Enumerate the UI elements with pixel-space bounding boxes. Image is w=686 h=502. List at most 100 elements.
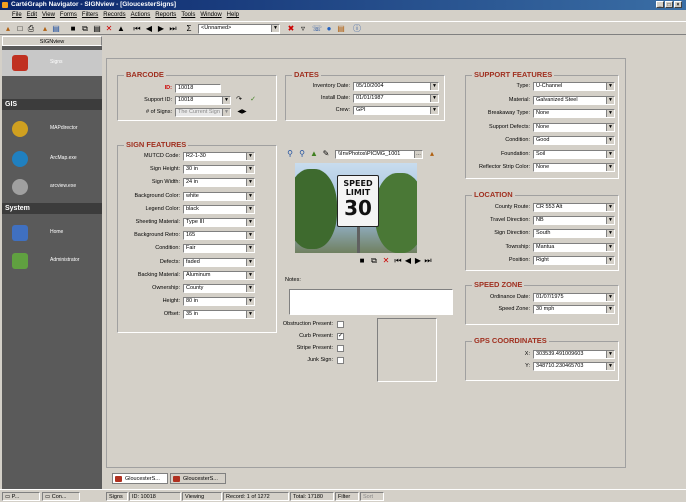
prev-photo-icon[interactable]: ◀: [403, 256, 413, 266]
sidebar-item-arcmap[interactable]: ArcMap.exe: [2, 146, 102, 172]
install-date-select[interactable]: 01/01/1987 ▼: [353, 94, 439, 103]
sidebar-section-system[interactable]: System: [2, 203, 102, 214]
find-icon[interactable]: ▲: [116, 24, 126, 34]
check-icon[interactable]: ✓: [248, 95, 258, 105]
zoom-out-icon[interactable]: ⚲: [297, 149, 307, 159]
backing-material-select[interactable]: Aluminum ▼: [183, 270, 255, 280]
travel-direction-select[interactable]: NB ▼: [533, 216, 615, 226]
signs-select[interactable]: The Current Sign ▼: [175, 108, 231, 117]
menu-forms[interactable]: Forms: [60, 12, 77, 18]
township-select[interactable]: Mantua ▼: [533, 242, 615, 252]
folder-icon[interactable]: ▴: [40, 24, 50, 34]
paste-icon[interactable]: ▤: [92, 24, 102, 34]
copy-icon[interactable]: ⧉: [80, 24, 90, 34]
tab-gloucester-1[interactable]: GloucesterS...: [112, 473, 168, 484]
sidebar-item-mapdirector[interactable]: MAPdirector: [2, 116, 102, 142]
copy-icon[interactable]: ⧉: [369, 256, 379, 266]
stripe-present-checkbox[interactable]: [337, 345, 344, 352]
type-select[interactable]: U-Channel ▼: [533, 82, 615, 91]
sign-height-select[interactable]: 30 in ▼: [183, 165, 255, 175]
menu-records[interactable]: Records: [103, 12, 125, 18]
tab-gloucester-2[interactable]: GloucesterS...: [170, 473, 226, 484]
speed-zone-select[interactable]: 30 mph ▼: [533, 305, 615, 314]
first-record-icon[interactable]: ⏮: [132, 24, 142, 34]
view-select[interactable]: <Unnamed> ▼: [198, 24, 280, 34]
menu-edit[interactable]: Edit: [27, 12, 37, 18]
folder-icon[interactable]: ▴: [427, 149, 437, 159]
menu-actions[interactable]: Actions: [131, 12, 151, 18]
taskbar-item-2[interactable]: ▭ Con...: [42, 492, 80, 501]
breakaway-type-select[interactable]: None ▼: [533, 109, 615, 118]
defects-select[interactable]: faded ▼: [183, 257, 255, 267]
y-select[interactable]: 348710.230465703 ▼: [533, 362, 615, 371]
delete-icon[interactable]: ✕: [381, 256, 391, 266]
condition-select[interactable]: Fair ▼: [183, 244, 255, 254]
save-icon[interactable]: ■: [357, 256, 367, 266]
close-button[interactable]: ×: [674, 1, 682, 8]
menu-window[interactable]: Window: [200, 12, 221, 18]
prev-record-icon[interactable]: ◀: [144, 24, 154, 34]
ownership-select[interactable]: County ▼: [183, 284, 255, 293]
menu-view[interactable]: View: [42, 12, 55, 18]
sidebar-item-arcview[interactable]: arcview.exe: [2, 174, 102, 200]
next-record-icon[interactable]: ▶: [156, 24, 166, 34]
position-select[interactable]: Right ▼: [533, 255, 615, 265]
sort-icon[interactable]: Σ: [184, 24, 194, 34]
notes-field[interactable]: [289, 289, 453, 315]
background-color-select[interactable]: white ▼: [183, 191, 255, 201]
id-field[interactable]: 10018: [175, 84, 221, 93]
new-icon[interactable]: □: [15, 24, 25, 34]
link-icon[interactable]: ↷: [234, 95, 244, 105]
inventory-date-select[interactable]: 05/10/2004 ▼: [353, 82, 439, 91]
county-route-select[interactable]: CR 553 Alt ▼: [533, 203, 615, 212]
height-select[interactable]: 80 in ▼: [183, 297, 255, 307]
junk-sign-checkbox[interactable]: [337, 357, 344, 364]
curb-present-checkbox[interactable]: ✓: [337, 333, 344, 340]
filter-remove-icon[interactable]: ✖: [286, 24, 296, 34]
ordinance-date-select[interactable]: 01/07/1975 ▼: [533, 293, 615, 302]
support-id-select[interactable]: 10018 ▼: [175, 96, 231, 105]
zoom-in-icon[interactable]: ⚲: [285, 149, 295, 159]
sign-width-select[interactable]: 24 in ▼: [183, 178, 255, 188]
sidebar-section-gis[interactable]: GIS: [2, 99, 102, 110]
photo-path-field[interactable]: \\InvPhotos\PICMG_1001…: [335, 150, 423, 159]
image-icon[interactable]: ▲: [309, 149, 319, 159]
reflector-strip-color-select[interactable]: None ▼: [533, 163, 615, 172]
first-photo-icon[interactable]: ⏮: [393, 256, 403, 266]
attach-icon[interactable]: ✎: [321, 149, 331, 159]
condition-select[interactable]: Good ▼: [533, 136, 615, 145]
menu-reports[interactable]: Reports: [155, 12, 176, 18]
chart-icon[interactable]: ▤: [51, 24, 61, 34]
sidebar-item-home[interactable]: Home: [2, 220, 102, 246]
crew-select[interactable]: GPI ▼: [353, 106, 439, 115]
print-icon[interactable]: ⎙: [26, 24, 36, 34]
last-record-icon[interactable]: ⏭: [168, 24, 178, 34]
foundation-select[interactable]: Soil ▼: [533, 149, 615, 159]
globe-icon[interactable]: ●: [324, 24, 334, 34]
sidebar-item-administrator[interactable]: Administrator: [2, 248, 102, 274]
menu-help[interactable]: Help: [227, 12, 239, 18]
menu-tools[interactable]: Tools: [181, 12, 195, 18]
delete-icon[interactable]: ✕: [104, 24, 114, 34]
phone-icon[interactable]: ☏: [312, 24, 322, 34]
report-icon[interactable]: ▤: [336, 24, 346, 34]
x-select[interactable]: 303539.491009603 ▼: [533, 350, 615, 359]
menu-file[interactable]: File: [12, 12, 22, 18]
save-icon[interactable]: ■: [68, 24, 78, 34]
support-defects-select[interactable]: None ▼: [533, 122, 615, 132]
sign-direction-select[interactable]: South ▼: [533, 229, 615, 239]
open-icon[interactable]: ▴: [3, 24, 13, 34]
menu-filters[interactable]: Filters: [82, 12, 98, 18]
obstruction-present-checkbox[interactable]: [337, 321, 344, 328]
sign-nav-icon[interactable]: ◀▶: [234, 107, 250, 117]
mutcd-code-select[interactable]: R2-1-30 ▼: [183, 152, 255, 161]
material-select[interactable]: Galvanized Steel ▼: [533, 95, 615, 105]
sheeting-material-select[interactable]: Type III ▼: [183, 218, 255, 227]
next-photo-icon[interactable]: ▶: [413, 256, 423, 266]
taskbar-item-1[interactable]: ▭ P...: [2, 492, 40, 501]
offset-select[interactable]: 35 in ▼: [183, 310, 255, 320]
maximize-button[interactable]: □: [665, 1, 673, 8]
filter-icon[interactable]: ▿: [298, 24, 308, 34]
minimize-button[interactable]: _: [656, 1, 664, 8]
legend-color-select[interactable]: black ▼: [183, 204, 255, 214]
